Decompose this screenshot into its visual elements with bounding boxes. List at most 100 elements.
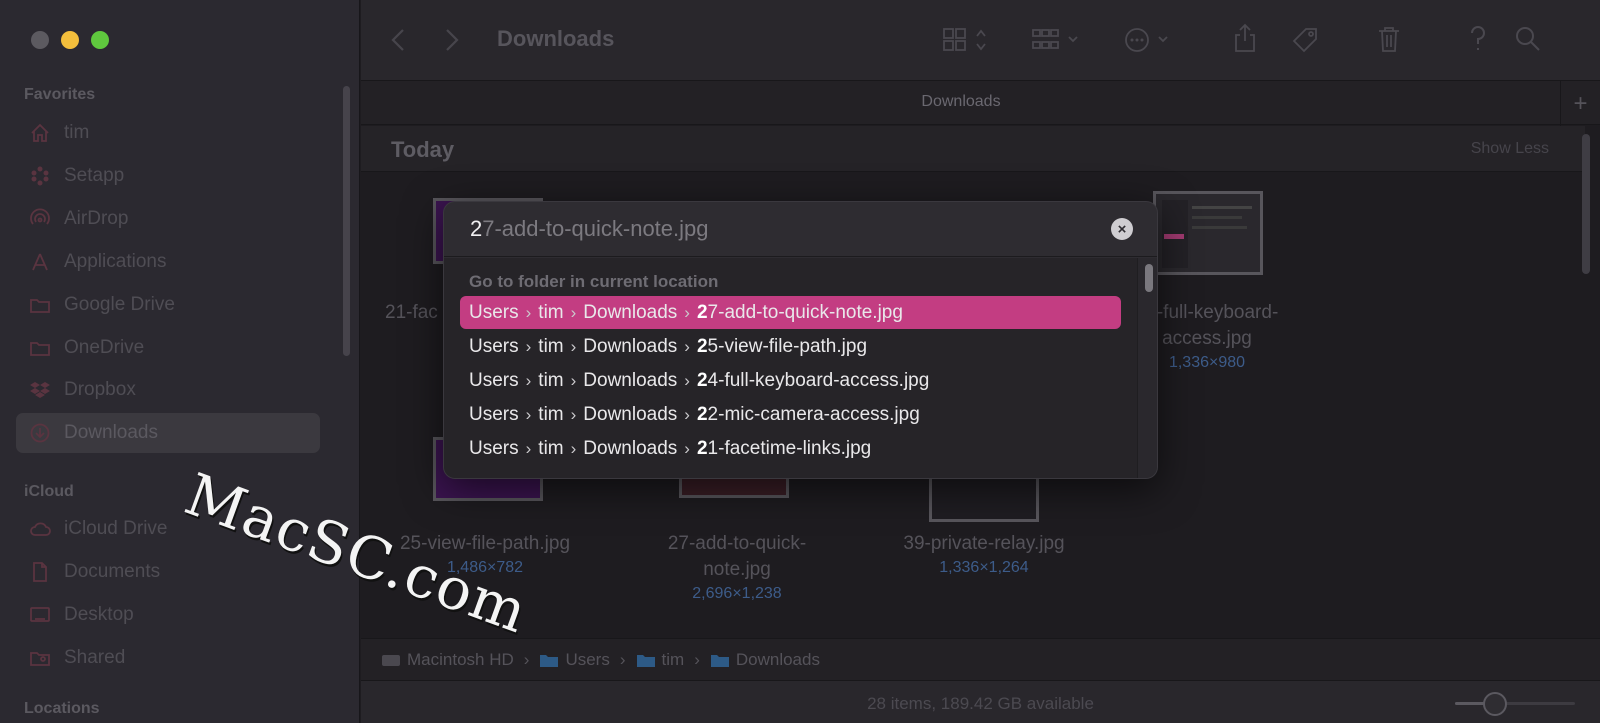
trash-icon[interactable] [1375,24,1403,54]
chevron-right-icon: › [570,404,577,424]
folder-icon [28,336,52,360]
group-by-icon[interactable] [1031,26,1087,54]
sidebar: Favorites tim Setapp AirDrop Application… [0,0,360,723]
suggestion-row[interactable]: Users › tim › Downloads › 2 7-add-to-quick-n… [460,296,1121,329]
path-segment: Users [469,335,519,357]
file-item-39[interactable]: 39-private-relay.jpg 1,336×1,264 [864,531,1104,579]
file-item-27[interactable]: 27-add-to-quick- note.jpg 2,696×1,238 [637,531,837,605]
forward-icon[interactable] [441,26,463,54]
view-mode-icon[interactable] [941,26,997,54]
tab-bar: Downloads + [361,80,1600,126]
hard-drive-icon [382,654,400,666]
sidebar-item-shared[interactable]: Shared [16,638,320,678]
zoom-window-button[interactable] [91,31,109,49]
go-to-folder-input[interactable]: 27-add-to-quick-note.jpg [470,216,709,242]
minimize-window-button[interactable] [61,31,79,49]
path-segment: tim [538,437,564,459]
chevron-right-icon: › [525,336,532,356]
suggestion-row[interactable]: Users › tim › Downloads › 2 2-mic-camera-acc… [460,398,1121,431]
tag-icon[interactable] [1289,24,1321,56]
sidebar-item-downloads[interactable]: Downloads [16,413,320,453]
action-menu-icon[interactable] [1123,26,1179,54]
file-name: 7-add-to-quick-note.jpg [707,301,903,323]
icon-size-slider-knob[interactable] [1483,692,1507,716]
sidebar-item-tim[interactable]: tim [16,113,320,153]
path-segment: tim [538,301,564,323]
chevron-right-icon: › [684,370,690,390]
file-name: 1-facetime-links.jpg [707,437,872,459]
sidebar-item-label: Applications [64,251,167,272]
sidebar-item-onedrive[interactable]: OneDrive [16,328,320,368]
typed-text: 2 [470,216,483,241]
shared-folder-icon [28,646,52,670]
tab-downloads[interactable]: Downloads [361,93,1561,111]
window-title: Downloads [497,26,615,51]
path-crumb-downloads[interactable]: Downloads [710,650,820,670]
sidebar-item-label: OneDrive [64,337,145,358]
suggestion-list: Go to folder in current location Users › … [444,258,1137,478]
group-title: Today [391,137,455,162]
back-icon[interactable] [387,26,409,54]
sidebar-item-setapp[interactable]: Setapp [16,156,320,196]
file-dimensions: 2,696×1,238 [692,585,782,602]
chevron-right-icon: › [525,438,532,458]
match-text: 2 [696,369,708,391]
sidebar-section-locations: Locations [24,700,100,717]
cloud-icon [28,517,52,541]
suggestion-row[interactable]: Users › tim › Downloads › 2 5-view-file-path… [460,330,1121,363]
sidebar-item-desktop[interactable]: Desktop [16,595,320,635]
chevron-right-icon: › [570,370,577,390]
suggestion-row[interactable]: Users › tim › Downloads › 2 1-facetime-links… [460,432,1121,465]
airdrop-icon [28,207,52,231]
share-icon[interactable] [1231,22,1259,54]
sidebar-item-label: Google Drive [64,294,175,315]
path-crumb-tim[interactable]: tim [636,649,685,670]
sidebar-item-airdrop[interactable]: AirDrop [16,199,320,239]
document-icon [28,560,52,584]
chevron-right-icon: › [694,649,700,669]
sidebar-item-google-drive[interactable]: Google Drive [16,285,320,325]
chevron-right-icon: › [570,302,577,322]
sidebar-item-label: Documents [64,561,161,582]
search-icon[interactable] [1513,24,1543,54]
path-crumb-label: tim [661,649,685,669]
chevron-right-icon: › [570,336,577,356]
path-segment: tim [538,369,564,391]
sidebar-item-label: Setapp [64,165,125,186]
file-thumbnail[interactable] [1153,191,1263,275]
path-crumb-label: Macintosh HD [407,649,514,669]
sidebar-item-dropbox[interactable]: Dropbox [16,370,320,410]
status-bar: 28 items, 189.42 GB available [361,680,1600,723]
sidebar-item-applications[interactable]: Applications [16,242,320,282]
help-icon[interactable] [1467,24,1489,54]
path-crumb-users[interactable]: Users [539,649,610,670]
sidebar-item-label: Desktop [64,604,134,625]
path-bar: Macintosh HD › Users › tim › Downloads [361,638,1600,680]
path-crumb-macintosh-hd[interactable]: Macintosh HD [381,650,514,670]
file-name: note.jpg [703,559,771,580]
home-folder-icon [636,654,655,667]
content-scrollbar[interactable] [1582,134,1590,274]
window-controls [31,31,109,49]
setapp-icon [28,164,52,188]
plus-icon: + [1573,89,1588,117]
sidebar-scrollbar[interactable] [343,86,350,356]
match-text: 2 [696,301,708,323]
path-segment: Downloads [583,369,678,391]
path-segment: tim [538,403,564,425]
suggestion-scrollbar[interactable] [1145,264,1153,292]
folder-icon [540,654,559,667]
clear-field-button[interactable]: × [1111,218,1133,240]
path-crumb-label: Users [565,649,610,669]
path-segment: Users [469,437,519,459]
go-to-folder-field[interactable]: 27-add-to-quick-note.jpg × [444,202,1157,257]
chevron-right-icon: › [570,438,577,458]
sidebar-item-label: Shared [64,647,126,668]
chevron-right-icon: › [684,404,690,424]
show-less-button[interactable]: Show Less [1471,140,1549,158]
chevron-right-icon: › [525,302,532,322]
close-window-button[interactable] [31,31,49,49]
new-tab-button[interactable]: + [1560,81,1600,126]
suggestion-row[interactable]: Users › tim › Downloads › 2 4-full-keyboard-… [460,364,1121,397]
file-name: 5-view-file-path.jpg [707,335,868,357]
